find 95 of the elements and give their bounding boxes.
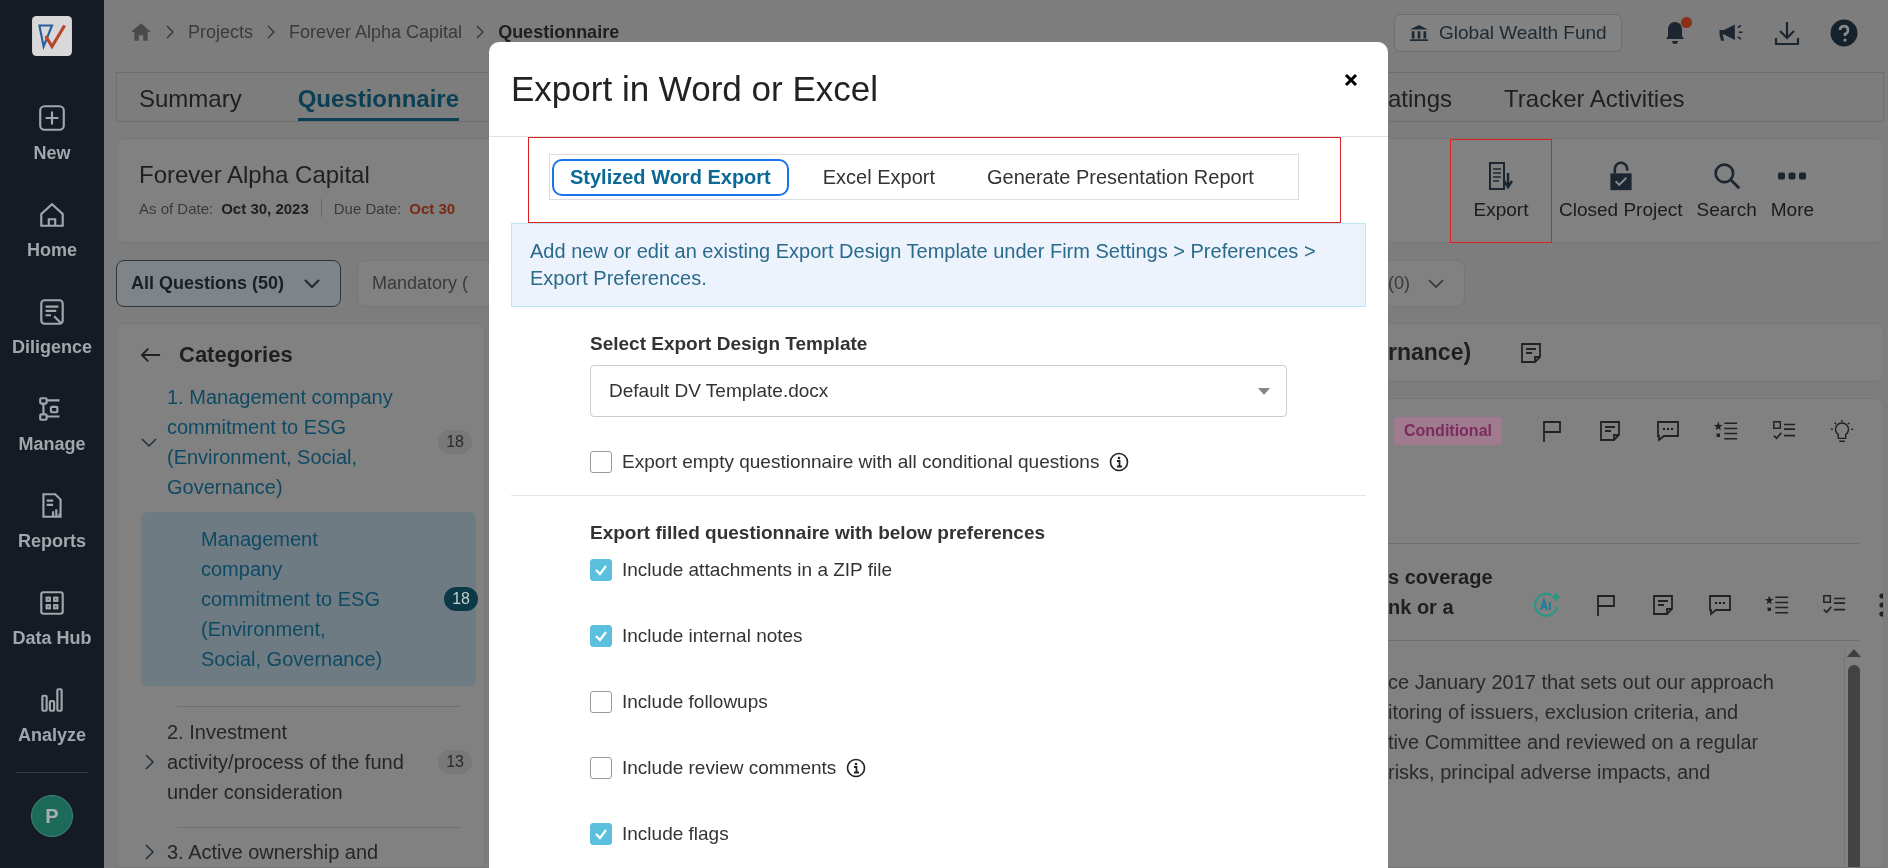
checkbox-label: Include attachments in a ZIP file — [622, 559, 893, 581]
section-title: rnance) — [1388, 339, 1472, 366]
dialog-title: Export in Word or Excel — [511, 69, 878, 109]
answer-text: risks, principal adverse impacts, and — [1388, 760, 1712, 785]
search-icon — [1712, 160, 1741, 191]
close-icon[interactable] — [1344, 73, 1358, 87]
toolbar-button[interactable]: Closed Project — [1552, 138, 1690, 243]
count-badge: 18 — [444, 587, 478, 611]
tab[interactable]: Questionnaire — [297, 85, 460, 121]
breadcrumb-link[interactable]: Forever Alpha Capital — [289, 21, 463, 43]
sidebar-item[interactable]: New — [0, 103, 104, 200]
chevron-right-icon — [267, 25, 276, 39]
as-of-label: As of Date: — [139, 199, 214, 217]
sidebar-item[interactable]: Home — [0, 200, 104, 297]
sidebar-item[interactable]: Manage — [0, 394, 104, 491]
plus-square-icon — [37, 103, 67, 133]
highlighted-toolbar-button[interactable]: Export — [1450, 138, 1552, 243]
checkbox[interactable] — [590, 451, 612, 473]
question-text: nk or a — [1388, 595, 1455, 620]
note-icon[interactable] — [1650, 593, 1675, 617]
tab[interactable]: atings — [1388, 85, 1453, 121]
scrollbar[interactable] — [1844, 649, 1863, 867]
breadcrumb-link[interactable]: Projects — [188, 21, 254, 43]
note-icon[interactable] — [1519, 340, 1544, 365]
flag-icon[interactable] — [1540, 419, 1564, 443]
sidebar-item[interactable]: Diligence — [0, 297, 104, 394]
category-item[interactable]: 2. Investment activity/process of the fund under consideration 13 — [141, 716, 476, 807]
lightbulb-icon[interactable] — [1830, 419, 1854, 443]
toolbar-button[interactable]: Search — [1689, 138, 1764, 243]
conditional-tag: Conditional — [1394, 417, 1502, 445]
filter-dropdown[interactable]: Mandatory ( — [357, 260, 489, 307]
checkbox-label: Include internal notes — [622, 625, 803, 647]
section-heading: Export filled questionnaire with below preferences — [590, 522, 1047, 544]
project-name: Forever Alpha Capital — [139, 161, 371, 189]
home-icon — [37, 200, 67, 230]
sidebar-item[interactable]: Analyze — [0, 685, 104, 782]
panel-title: Categories — [179, 342, 293, 368]
comment-icon[interactable] — [1707, 593, 1732, 617]
checkbox-label: Include flags — [622, 823, 729, 845]
checkbox[interactable] — [590, 559, 612, 581]
scroll-up-arrow-icon[interactable] — [1847, 649, 1861, 657]
checkbox-label: Include followups — [622, 691, 768, 713]
checkbox[interactable] — [590, 691, 612, 713]
due-label: Due Date: — [333, 199, 402, 217]
avatar[interactable]: P — [31, 795, 73, 837]
checkbox[interactable] — [590, 625, 612, 647]
category-item[interactable]: 3. Active ownership and — [141, 837, 476, 867]
info-icon[interactable] — [1109, 452, 1130, 472]
answer-text: tive Committee and reviewed on a regular — [1388, 730, 1760, 755]
info-icon[interactable] — [846, 758, 867, 778]
tab[interactable]: Summary — [139, 85, 242, 121]
sidebar-item[interactable]: Data Hub — [0, 588, 104, 685]
document-download-icon — [1487, 160, 1515, 191]
count-badge: 13 — [438, 749, 472, 774]
chevron-right-icon — [166, 25, 174, 39]
logo-icon[interactable] — [31, 15, 73, 57]
help-icon[interactable] — [1829, 19, 1858, 47]
checkbox[interactable] — [590, 757, 612, 779]
fund-selector[interactable]: Global Wealth Fund — [1394, 14, 1622, 52]
chevron-down-icon — [1428, 278, 1444, 289]
sidebar-item[interactable]: Reports — [0, 491, 104, 588]
answer-text: itoring of issuers, exclusion criteria, and — [1388, 700, 1740, 725]
due-date: Oct 30 — [409, 199, 456, 217]
grid-icon — [37, 588, 67, 618]
caret-icon — [1258, 387, 1270, 395]
more-icon — [1778, 170, 1807, 181]
download-icon[interactable] — [1773, 20, 1800, 46]
checkbox-label: Export empty questionnaire with all conditional questions — [622, 451, 1100, 473]
checkbox[interactable] — [590, 823, 612, 845]
as-of-date: Oct 30, 2023 — [221, 199, 309, 217]
field-label: Select Export Design Template — [590, 333, 869, 355]
document-pen-icon — [37, 297, 67, 327]
checkbox-label: Include review comments — [622, 757, 837, 779]
tab[interactable]: Generate Presentation Report — [969, 158, 1272, 196]
back-arrow-icon[interactable] — [141, 347, 161, 363]
note-icon[interactable] — [1598, 419, 1622, 443]
template-dropdown[interactable]: Default DV Template.docx — [590, 365, 1287, 417]
tab[interactable]: Stylized Word Export — [552, 158, 789, 196]
filter-dropdown[interactable]: (0) — [1388, 260, 1465, 307]
toolbar-button[interactable]: More — [1763, 138, 1822, 243]
more-vertical-icon[interactable] — [1878, 593, 1883, 617]
chevron-down-icon — [304, 278, 321, 289]
chevron-right-icon — [476, 25, 485, 39]
notice-text: Add new or edit an existing Export Design Template under Firm Settings > Preferences > Export Preferences. — [530, 240, 1316, 289]
filter-dropdown[interactable]: All Questions (50) — [116, 260, 342, 307]
tab[interactable]: Excel Export — [804, 158, 954, 196]
comment-icon[interactable] — [1656, 419, 1680, 443]
answer-text: ce January 2017 that sets out our approach — [1388, 670, 1775, 695]
category-item[interactable]: 1. Management company commitment to ESG (Environment, Social, Governance) 18 — [141, 382, 476, 502]
bank-icon — [1409, 24, 1429, 42]
count-badge: 18 — [438, 430, 472, 454]
home-icon[interactable] — [130, 22, 152, 42]
subcategory-item[interactable]: Management company commitment to ESG (Environment, Social, Governance) 18 — [141, 512, 476, 686]
tab[interactable]: Tracker Activities — [1504, 85, 1685, 121]
question-text: s coverage — [1388, 565, 1493, 590]
